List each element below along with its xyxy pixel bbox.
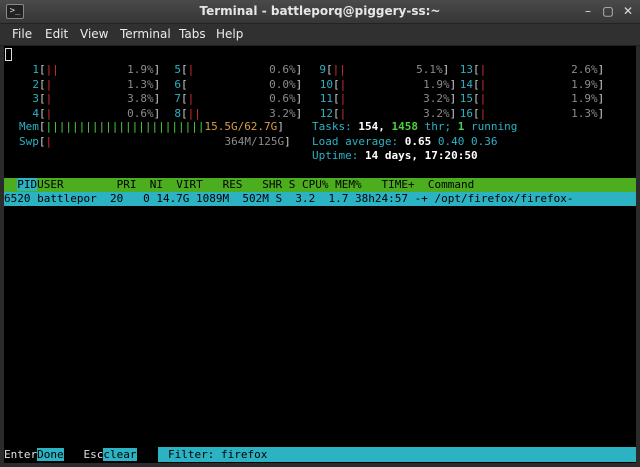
cpu-number: 16 <box>459 106 473 120</box>
cpu-percent: 2.6% <box>571 63 598 76</box>
cpu-number: 6 <box>174 77 181 91</box>
cpu-usage-bar: | <box>479 77 487 91</box>
key-esc: Esc <box>83 448 104 461</box>
cpu-percent: 3.8% <box>127 92 154 105</box>
cpu-number: 9 <box>319 63 326 76</box>
swap-meter: Swp[| 364M/125G] <box>19 134 291 148</box>
cpu-number: 14 <box>459 77 473 91</box>
process-row-selected[interactable]: 6520 battlepor 20 0 14.7G 1089M 502M S 3… <box>4 192 636 206</box>
window-titlebar[interactable]: >_ Terminal - battleporq@piggery-ss:~ – … <box>0 0 640 24</box>
cpu-number: 12 <box>319 106 333 120</box>
cpu-number: 10 <box>319 77 333 91</box>
cpu-percent: 0.6% <box>127 106 154 120</box>
action-clear[interactable]: clear <box>103 448 137 461</box>
menu-view[interactable]: View <box>80 27 108 41</box>
cpu-meter: 2[| 1.3%] <box>32 77 161 91</box>
cpu-meter: 1[|| 1.9%] <box>32 63 161 76</box>
cpu-meter: 10[| 1.9%] <box>319 77 457 91</box>
cpu-percent: 1.9% <box>127 63 154 76</box>
cpu-meter: 6[0.0%] <box>174 77 303 91</box>
filter-input[interactable]: Filter: firefox <box>158 447 636 462</box>
cpu-number: 15 <box>459 92 473 105</box>
cpu-meter: 7[| 0.6%] <box>174 92 303 105</box>
cpu-meter: 16[| 1.3%] <box>459 106 605 120</box>
menu-tabs[interactable]: Tabs <box>179 27 206 41</box>
cpu-number: 4 <box>32 106 39 120</box>
filter-label: Filter: <box>168 448 215 461</box>
cpu-meter: 4[| 0.6%] <box>32 106 161 120</box>
cpu-number: 3 <box>32 92 39 105</box>
text-cursor <box>5 48 12 61</box>
cpu-meter: 15[| 1.9%] <box>459 92 605 105</box>
cpu-percent: 1.9% <box>571 77 598 91</box>
load-average: Load average: 0.65 0.40 0.36 <box>312 134 498 148</box>
menu-edit[interactable]: Edit <box>45 27 68 41</box>
cpu-percent: 3.2% <box>423 106 450 120</box>
filter-bar: EnterDone Escclear Filter: firefox <box>4 447 636 462</box>
column-headers-rest: PRI NI VIRT RES SHR S CPU% MEM% TIME+ Co… <box>63 178 475 191</box>
key-enter: Enter <box>4 448 38 461</box>
filter-value: firefox <box>220 448 268 461</box>
cpu-percent: 5.1% <box>416 63 443 76</box>
cpu-usage-bar: | <box>479 63 487 76</box>
cpu-usage-bar: | <box>479 92 487 105</box>
cpu-percent: 1.3% <box>571 106 598 120</box>
menu-bar: File Edit View Terminal Tabs Help <box>0 24 640 46</box>
minimize-icon[interactable]: – <box>581 4 595 18</box>
cpu-percent: 3.2% <box>423 92 450 105</box>
menu-help[interactable]: Help <box>216 27 243 41</box>
cpu-usage-bar: | <box>479 106 487 120</box>
close-icon[interactable]: ✕ <box>621 4 635 18</box>
cpu-usage-bar: | <box>45 77 53 91</box>
menu-file[interactable]: File <box>12 27 32 41</box>
cpu-percent: 0.0% <box>269 77 296 91</box>
tasks-summary: Tasks: 154, 1458 thr; 1 running <box>312 120 518 133</box>
cpu-meter: 12[| 3.2%] <box>319 106 457 120</box>
cpu-usage-bar: || <box>187 106 201 120</box>
cpu-usage-bar: | <box>187 92 195 105</box>
cpu-meter: 14[| 1.9%] <box>459 77 605 91</box>
cpu-number: 7 <box>174 92 181 105</box>
process-table-header[interactable]: PIDUSER PRI NI VIRT RES SHR S CPU% MEM% … <box>4 178 636 192</box>
cpu-meter: 13[| 2.6%] <box>459 63 605 76</box>
cpu-usage-bar: | <box>187 63 195 76</box>
cpu-percent: 1.9% <box>571 92 598 105</box>
cpu-usage-bar: || <box>332 63 346 76</box>
cpu-percent: 1.9% <box>423 77 450 91</box>
column-user[interactable]: USER <box>37 178 64 191</box>
cpu-meter: 3[| 3.8%] <box>32 92 161 105</box>
cpu-usage-bar: | <box>339 92 347 105</box>
cpu-percent: 3.2% <box>269 106 296 120</box>
cpu-meter: 11[| 3.2%] <box>319 92 457 105</box>
mem-meter: Mem[||||||||||||||||||||||||15.5G/62.7G] <box>19 120 284 133</box>
cpu-number: 1 <box>32 63 39 76</box>
cpu-percent: 1.3% <box>127 77 154 91</box>
maximize-icon[interactable]: ▢ <box>601 4 615 18</box>
cpu-usage-bar: || <box>45 63 59 76</box>
terminal-viewport[interactable]: 1[|| 1.9%] 2[| 1.3%] 3[| 3.8%] 4[| 0.6%] 5[| 0.6%… <box>4 46 636 463</box>
menu-terminal[interactable]: Terminal <box>120 27 171 41</box>
cpu-usage-bar: | <box>339 77 347 91</box>
cpu-usage-bar: | <box>45 106 53 120</box>
cpu-number: 8 <box>174 106 181 120</box>
cpu-number: 5 <box>174 63 181 76</box>
window-title: Terminal - battleporq@piggery-ss:~ <box>199 4 441 18</box>
cpu-number: 2 <box>32 77 39 91</box>
cpu-usage-bar: | <box>339 106 347 120</box>
cpu-meter: 5[| 0.6%] <box>174 63 303 76</box>
cpu-percent: 0.6% <box>269 63 296 76</box>
action-done[interactable]: Done <box>37 448 64 461</box>
cpu-usage-bar: | <box>45 92 53 105</box>
cpu-meter: 8[|| 3.2%] <box>174 106 303 120</box>
cpu-meter: 9[|| 5.1%] <box>319 63 450 76</box>
cpu-number: 11 <box>319 92 333 105</box>
process-row-text: 6520 battlepor 20 0 14.7G 1089M 502M S 3… <box>4 192 574 205</box>
uptime: Uptime: 14 days, 17:20:50 <box>312 149 478 162</box>
cpu-number: 13 <box>459 63 473 76</box>
column-pid-sorted[interactable]: PID <box>17 178 38 191</box>
cpu-percent: 0.6% <box>269 92 296 105</box>
